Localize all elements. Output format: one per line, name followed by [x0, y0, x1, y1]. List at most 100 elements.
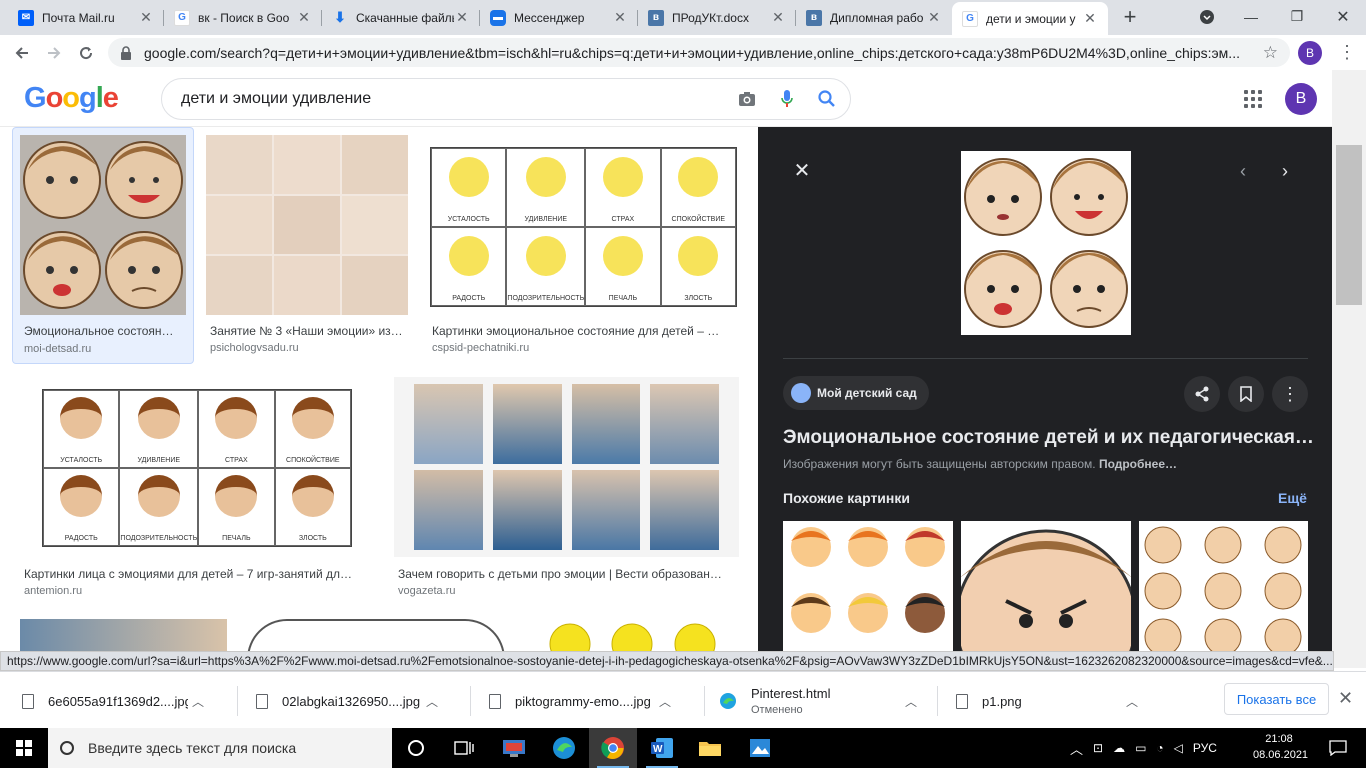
copyright-more-link[interactable]: Подробнее… [1099, 457, 1177, 471]
tab-google-vk[interactable]: G вк - Поиск в Goo ✕ [164, 2, 322, 33]
result-card[interactable]: Занятие № 3 «Наши эмоции» из… psichologv… [206, 127, 416, 364]
close-window-button[interactable]: ✕ [1320, 0, 1366, 33]
chevron-up-icon[interactable]: ︿ [655, 693, 675, 710]
notifications-button[interactable] [1314, 728, 1362, 768]
tab-messenger[interactable]: ▬ Мессенджер ✕ [480, 2, 638, 33]
forward-button[interactable] [40, 39, 68, 67]
previous-image-icon[interactable]: ‹ [1240, 161, 1246, 182]
chevron-up-icon[interactable]: ︿ [901, 693, 921, 710]
result-thumbnail[interactable] [525, 619, 739, 653]
result-thumbnail[interactable] [247, 619, 505, 653]
taskbar-app-explorer[interactable] [686, 728, 734, 768]
preview-title[interactable]: Эмоциональное состояние детей и их педаг… [783, 427, 1313, 449]
new-tab-button[interactable]: + [1118, 5, 1142, 29]
more-options-button[interactable]: ⋮ [1272, 376, 1308, 412]
taskbar-app-monitor[interactable] [490, 728, 538, 768]
microphone-icon[interactable] [770, 82, 804, 116]
tab-search-button[interactable] [1184, 0, 1230, 33]
minimize-button[interactable]: — [1228, 0, 1274, 33]
show-all-downloads-button[interactable]: Показать все [1224, 683, 1329, 715]
taskbar-clock[interactable]: 21:08 08.06.2021 [1253, 731, 1308, 763]
close-icon[interactable]: ✕ [1082, 10, 1098, 27]
result-source[interactable]: vogazeta.ru [398, 585, 455, 597]
more-similar-link[interactable]: Ещё [1278, 490, 1307, 506]
bookmark-star-icon[interactable]: ☆ [1263, 43, 1278, 63]
chevron-up-icon[interactable]: ︿ [422, 693, 442, 710]
volume-icon[interactable]: ◁ [1174, 741, 1183, 755]
result-thumbnail[interactable] [20, 135, 186, 315]
result-title[interactable]: Занятие № 3 «Наши эмоции» из… [210, 324, 410, 338]
battery-icon[interactable]: ▭ [1135, 741, 1146, 755]
google-account-avatar[interactable]: B [1285, 83, 1317, 115]
search-icon[interactable] [810, 82, 844, 116]
result-card[interactable]: Эмоциональное состоян… moi-detsad.ru [12, 127, 194, 364]
chevron-up-icon[interactable]: ︿ [188, 693, 208, 710]
tab-diploma[interactable]: в Дипломная рабо ✕ [796, 2, 952, 33]
result-card[interactable]: УСТАЛОСТЬ УДИВЛЕНИЕ СТРАХ СПОКОЙСТВИЕ РА… [428, 127, 740, 364]
system-tray-icon[interactable]: ⊡ [1093, 741, 1103, 755]
start-button[interactable] [0, 728, 48, 768]
similar-image[interactable] [783, 521, 953, 653]
download-item[interactable]: 02labgkai1326950....jpg ︿ [242, 680, 442, 722]
download-item[interactable]: piktogrammy-emo....jpg ︿ [475, 680, 675, 722]
search-input[interactable] [181, 90, 730, 108]
tab-downloads[interactable]: ⬇ Скачанные файлы ✕ [322, 2, 480, 33]
close-icon[interactable]: ✕ [138, 9, 154, 26]
cortana-button[interactable] [392, 728, 440, 768]
maximize-button[interactable]: ❐ [1274, 0, 1320, 33]
browser-menu-icon[interactable]: ⋮ [1338, 42, 1356, 63]
share-button[interactable] [1184, 376, 1220, 412]
close-icon[interactable]: ✕ [926, 9, 942, 26]
result-thumbnail[interactable] [20, 619, 227, 653]
preview-image[interactable] [961, 151, 1131, 335]
taskbar-app-edge[interactable] [540, 728, 588, 768]
result-thumbnail[interactable]: УСТАЛОСТЬ УДИВЛЕНИЕ СТРАХ СПОКОЙСТВИЕ РА… [428, 135, 739, 315]
taskbar-search[interactable]: Введите здесь текст для поиска [48, 728, 392, 768]
close-preview-button[interactable]: ✕ [790, 159, 814, 183]
close-icon[interactable]: ✕ [296, 9, 312, 26]
close-icon[interactable]: ✕ [770, 9, 786, 26]
download-item[interactable]: p1.png ︿ [942, 680, 1142, 722]
result-source[interactable]: cspsid-pechatniki.ru [432, 342, 529, 354]
tab-current-search[interactable]: G дети и эмоции у ✕ [952, 2, 1108, 35]
preview-site-chip[interactable]: Мой детский сад [783, 376, 929, 410]
reload-button[interactable] [72, 39, 100, 67]
next-image-icon[interactable]: › [1282, 161, 1288, 182]
input-language[interactable]: РУС [1193, 741, 1217, 755]
google-apps-icon[interactable] [1244, 90, 1262, 108]
back-button[interactable] [8, 39, 36, 67]
result-title[interactable]: Картинки лица с эмоциями для детей – 7 и… [24, 567, 370, 581]
close-icon[interactable]: ✕ [612, 9, 628, 26]
wifi-icon[interactable]: ◔ [1156, 741, 1163, 755]
result-card[interactable]: УСТАЛОСТЬ УДИВЛЕНИЕ СТРАХ СПОКОЙСТВИЕ РА… [20, 377, 376, 605]
close-downloads-bar-icon[interactable]: ✕ [1338, 688, 1353, 709]
address-bar[interactable]: google.com/search?q=дети+и+эмоции+удивле… [108, 38, 1290, 67]
close-icon[interactable]: ✕ [454, 9, 470, 26]
browser-profile-avatar[interactable]: B [1298, 41, 1322, 65]
result-title[interactable]: Эмоциональное состоян… [24, 324, 184, 338]
task-view-button[interactable] [440, 728, 488, 768]
result-thumbnail[interactable] [394, 377, 739, 557]
google-logo[interactable]: Google [24, 82, 119, 115]
download-item[interactable]: Pinterest.html Отменено ︿ [709, 680, 921, 722]
result-source[interactable]: antemion.ru [24, 585, 82, 597]
taskbar-app-photos[interactable] [736, 728, 784, 768]
tab-product-docx[interactable]: в ПРодУКт.docx ✕ [638, 2, 796, 33]
scrollbar-thumb[interactable] [1336, 145, 1362, 305]
result-source[interactable]: moi-detsad.ru [24, 343, 91, 355]
taskbar-app-chrome[interactable] [589, 728, 637, 768]
taskbar-app-word[interactable]: W [638, 728, 686, 768]
result-source[interactable]: psichologvsadu.ru [210, 342, 299, 354]
chevron-up-icon[interactable]: ︿ [1122, 693, 1142, 710]
save-button[interactable] [1228, 376, 1264, 412]
camera-search-icon[interactable] [730, 82, 764, 116]
similar-image[interactable] [961, 521, 1131, 653]
result-card[interactable]: Зачем говорить с детьми про эмоции | Вес… [394, 377, 740, 605]
result-thumbnail[interactable] [206, 135, 408, 315]
chevron-up-icon[interactable]: ︿ [1070, 739, 1083, 758]
similar-image[interactable] [1139, 521, 1308, 653]
tab-mail[interactable]: ✉ Почта Mail.ru ✕ [8, 2, 164, 33]
cloud-icon[interactable]: ☁ [1113, 741, 1125, 755]
download-item[interactable]: 6e6055a91f1369d2....jpg ︿ [8, 680, 208, 722]
result-title[interactable]: Зачем говорить с детьми про эмоции | Вес… [398, 567, 738, 581]
